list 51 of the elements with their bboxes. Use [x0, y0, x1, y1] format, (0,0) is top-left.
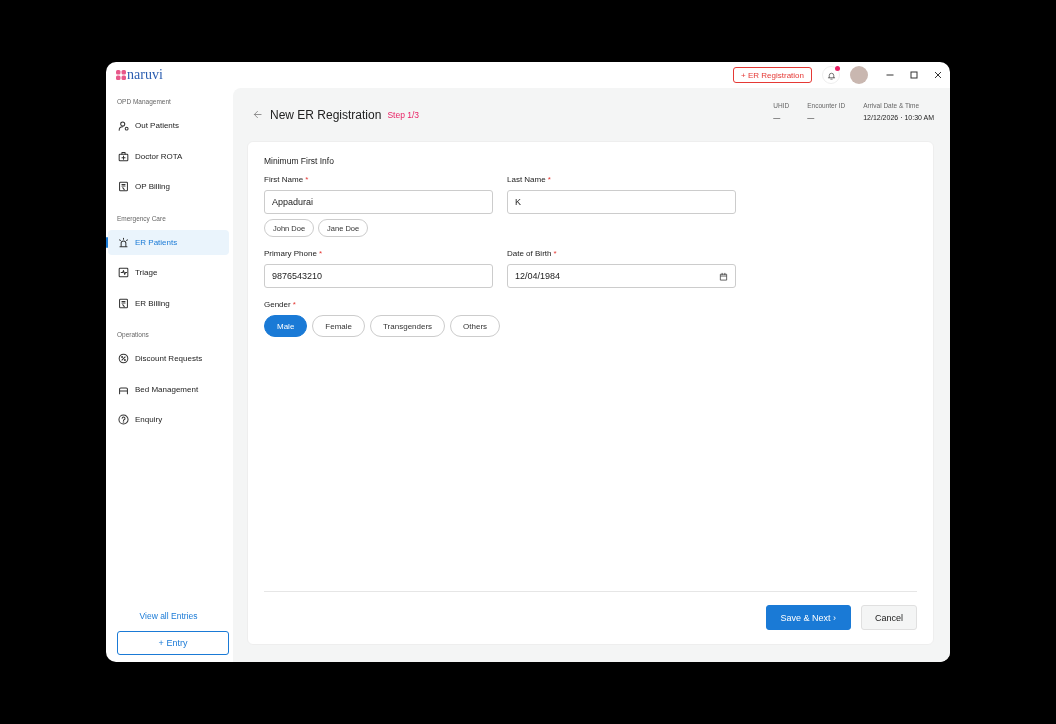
page-title: New ER Registration [270, 107, 382, 122]
gender-option[interactable]: Female [312, 315, 366, 337]
minimize-icon[interactable] [886, 71, 894, 79]
sidebar-item[interactable]: Triage [108, 260, 229, 285]
er-registration-button[interactable]: + ER Registration [733, 67, 812, 83]
person-icon [118, 120, 129, 131]
field-label: Last Name [507, 175, 546, 184]
input-field[interactable]: 9876543210 [264, 264, 493, 288]
briefcase-icon [118, 150, 129, 162]
field-label: Date of Birth [507, 249, 552, 258]
field-label: First Name [264, 175, 304, 184]
gender-option[interactable]: Transgenders [370, 315, 446, 337]
bell-icon [826, 70, 836, 80]
entry-button[interactable]: + Entry [117, 631, 229, 655]
section-title: Minimum First Info [264, 156, 335, 166]
required-mark: * [318, 249, 323, 258]
sidebar-item[interactable]: ER Patients [108, 229, 229, 255]
pulse-icon [118, 267, 129, 278]
calendar-icon[interactable] [719, 271, 728, 281]
bill-icon [118, 297, 129, 309]
sidebar-item[interactable]: Out Patients [108, 113, 229, 138]
date-field[interactable]: 12/04/1984 [507, 264, 736, 288]
cancel-button[interactable]: Cancel [861, 605, 917, 630]
bill-icon [118, 181, 129, 192]
close-icon[interactable] [934, 71, 942, 79]
required-mark: * [553, 249, 557, 258]
gender-option[interactable]: Male [264, 315, 308, 337]
sidebar-item[interactable]: Doctor ROTA [108, 143, 229, 169]
logo-text: naruvi [127, 68, 163, 82]
field-label: Gender [264, 300, 291, 309]
save-next-button[interactable]: Save & Next › [766, 605, 851, 630]
required-mark: * [305, 175, 309, 184]
flower-icon [116, 70, 126, 80]
field-label: Primary Phone [264, 249, 317, 258]
sidebar-item[interactable]: OP Billing [108, 174, 229, 199]
input-field[interactable]: K [507, 190, 736, 214]
sidebar-item[interactable]: Bed Management [108, 376, 229, 402]
sidebar-item[interactable]: Discount Requests [108, 346, 229, 371]
view-all-link[interactable]: View all Entries [108, 611, 229, 621]
step-indicator: Step 1/3 [387, 109, 420, 120]
sidebar-item[interactable]: ER Billing [108, 290, 229, 316]
discount-icon [118, 353, 129, 364]
back-arrow-icon[interactable] [253, 110, 262, 119]
maximize-icon[interactable] [910, 71, 918, 79]
help-icon [118, 414, 129, 425]
input-field[interactable]: Appadurai [264, 190, 493, 214]
gender-option[interactable]: Others [450, 315, 501, 337]
siren-icon [118, 236, 129, 248]
required-mark: * [547, 175, 551, 184]
required-mark: * [292, 300, 296, 309]
sidebar-item[interactable]: Enquiry [108, 407, 229, 432]
